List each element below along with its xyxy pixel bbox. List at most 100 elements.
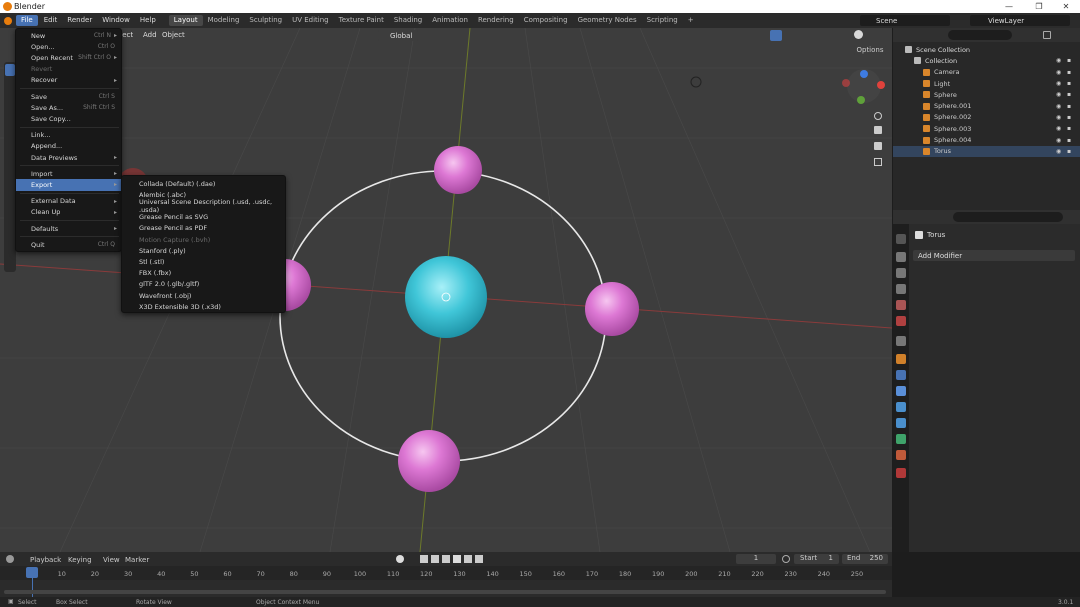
camera-view-icon[interactable] bbox=[874, 142, 882, 150]
visibility-eye-icon[interactable]: ◉ bbox=[1056, 148, 1061, 155]
jump-end-icon[interactable] bbox=[475, 555, 483, 563]
playhead[interactable] bbox=[26, 567, 38, 578]
tab-uv-editing[interactable]: UV Editing bbox=[287, 15, 334, 26]
outliner-row-sphere-001[interactable]: Sphere.001 ◉ ▪ bbox=[893, 101, 1080, 112]
end-frame-field[interactable]: End 250 bbox=[842, 554, 888, 564]
scene-selector[interactable]: Scene bbox=[860, 15, 950, 26]
tab-animation[interactable]: Animation bbox=[427, 15, 473, 26]
export-item-collada-default-dae[interactable]: Collada (Default) (.dae) bbox=[122, 178, 285, 189]
tab-geometry-nodes[interactable]: Geometry Nodes bbox=[573, 15, 642, 26]
file-menu-item-recover[interactable]: Recover ▸ bbox=[16, 75, 121, 86]
visibility-eye-icon[interactable]: ◉ bbox=[1056, 57, 1061, 64]
tab-physics[interactable] bbox=[896, 402, 906, 412]
add-menu[interactable]: Add bbox=[143, 31, 157, 39]
outliner-row-sphere-003[interactable]: Sphere.003 ◉ ▪ bbox=[893, 123, 1080, 134]
tab-rendering[interactable]: Rendering bbox=[473, 15, 519, 26]
tab-output[interactable] bbox=[896, 268, 906, 278]
tab-material[interactable] bbox=[896, 450, 906, 460]
marker-menu[interactable]: Marker bbox=[125, 556, 149, 564]
menu-render[interactable]: Render bbox=[62, 13, 97, 28]
gizmo-toggle-icon[interactable] bbox=[770, 30, 782, 41]
file-menu-item-quit[interactable]: Quit Ctrl Q bbox=[16, 239, 121, 250]
tab-world[interactable] bbox=[896, 316, 906, 326]
tab-shading[interactable]: Shading bbox=[389, 15, 427, 26]
options-button[interactable]: Options bbox=[854, 45, 886, 55]
filter-icon[interactable] bbox=[1043, 31, 1051, 39]
visibility-eye-icon[interactable]: ◉ bbox=[1056, 91, 1061, 98]
tab-modifiers[interactable] bbox=[896, 370, 906, 380]
file-menu-item-save-copy[interactable]: Save Copy... bbox=[16, 113, 121, 124]
render-camera-icon[interactable]: ▪ bbox=[1067, 148, 1071, 155]
playback-menu[interactable]: Playback bbox=[30, 556, 61, 564]
menu-file[interactable]: File bbox=[16, 15, 38, 26]
export-item-stanford-ply[interactable]: Stanford (.ply) bbox=[122, 245, 285, 256]
view-menu[interactable]: View bbox=[103, 556, 120, 564]
export-item-grease-pencil-as-svg[interactable]: Grease Pencil as SVG bbox=[122, 212, 285, 223]
record-button[interactable] bbox=[396, 555, 404, 563]
outliner-row-sphere-002[interactable]: Sphere.002 ◉ ▪ bbox=[893, 112, 1080, 123]
render-camera-icon[interactable]: ▪ bbox=[1067, 57, 1071, 64]
outliner-row-camera[interactable]: Camera ◉ ▪ bbox=[893, 67, 1080, 78]
start-frame-field[interactable]: Start 1 bbox=[794, 554, 839, 564]
view-layer-selector[interactable]: ViewLayer bbox=[970, 15, 1070, 26]
outliner-row-sphere[interactable]: Sphere ◉ ▪ bbox=[893, 89, 1080, 100]
close-button[interactable]: ✕ bbox=[1052, 0, 1080, 13]
timeline[interactable]: Playback Keying View Marker 1 Start 1 En… bbox=[0, 552, 892, 597]
visibility-eye-icon[interactable]: ◉ bbox=[1056, 114, 1061, 121]
keying-menu[interactable]: Keying bbox=[68, 556, 92, 564]
zoom-icon[interactable] bbox=[874, 112, 882, 120]
file-menu-item-open-recent[interactable]: Open Recent Shift Ctrl O ▸ bbox=[16, 52, 121, 63]
file-menu-item-new[interactable]: New Ctrl N ▸ bbox=[16, 30, 121, 41]
current-frame-field[interactable]: 1 bbox=[736, 554, 776, 564]
tab-scripting[interactable]: Scripting bbox=[642, 15, 683, 26]
menu-edit[interactable]: Edit bbox=[39, 13, 63, 28]
jump-start-icon[interactable] bbox=[420, 555, 428, 563]
outliner-row-light[interactable]: Light ◉ ▪ bbox=[893, 78, 1080, 89]
tab-render[interactable] bbox=[896, 252, 906, 262]
file-menu-item-defaults[interactable]: Defaults ▸ bbox=[16, 223, 121, 234]
solid-shading-icon[interactable] bbox=[854, 30, 863, 39]
tab-tool[interactable] bbox=[896, 234, 906, 244]
visibility-eye-icon[interactable]: ◉ bbox=[1056, 137, 1061, 144]
tab-object[interactable] bbox=[896, 354, 906, 364]
tab-view-layer[interactable] bbox=[896, 284, 906, 294]
tab-modeling[interactable]: Modeling bbox=[203, 15, 245, 26]
export-item-fbx-fbx[interactable]: FBX (.fbx) bbox=[122, 268, 285, 279]
visibility-eye-icon[interactable]: ◉ bbox=[1056, 125, 1061, 132]
tab-constraints[interactable] bbox=[896, 418, 906, 428]
render-camera-icon[interactable]: ▪ bbox=[1067, 125, 1071, 132]
play-reverse-icon[interactable] bbox=[442, 555, 450, 563]
add-workspace-button[interactable]: + bbox=[683, 15, 699, 26]
export-item-grease-pencil-as-pdf[interactable]: Grease Pencil as PDF bbox=[122, 223, 285, 234]
render-camera-icon[interactable]: ▪ bbox=[1067, 91, 1071, 98]
outliner-row-torus[interactable]: Torus ◉ ▪ bbox=[893, 145, 1080, 157]
perspective-grid-icon[interactable] bbox=[874, 158, 882, 166]
export-item-gltf-2-0-glb-gltf[interactable]: glTF 2.0 (.glb/.gltf) bbox=[122, 279, 285, 290]
prev-keyframe-icon[interactable] bbox=[431, 555, 439, 563]
maximize-button[interactable]: ❐ bbox=[1025, 0, 1053, 13]
pan-hand-icon[interactable] bbox=[874, 126, 882, 134]
file-menu-item-save-as[interactable]: Save As... Shift Ctrl S bbox=[16, 102, 121, 113]
next-keyframe-icon[interactable] bbox=[464, 555, 472, 563]
outliner-search-input[interactable] bbox=[948, 30, 1012, 40]
object-menu[interactable]: Object bbox=[162, 31, 185, 39]
visibility-eye-icon[interactable]: ◉ bbox=[1056, 80, 1061, 87]
tab-texture[interactable] bbox=[896, 468, 906, 478]
export-item-universal-scene-description-usd-usdc-usda[interactable]: Universal Scene Description (.usd, .usdc… bbox=[122, 198, 285, 214]
tab-collection[interactable] bbox=[896, 336, 906, 346]
blender-menu-icon[interactable] bbox=[4, 16, 12, 25]
play-icon[interactable] bbox=[453, 555, 461, 563]
minimize-button[interactable]: — bbox=[995, 0, 1023, 13]
file-menu-item-save[interactable]: Save Ctrl S bbox=[16, 91, 121, 102]
visibility-eye-icon[interactable]: ◉ bbox=[1056, 69, 1061, 76]
outliner-row-sphere-004[interactable]: Sphere.004 ◉ ▪ bbox=[893, 134, 1080, 145]
outliner-row-scene-collection[interactable]: Scene Collection bbox=[893, 44, 1080, 55]
transform-orientation[interactable]: Global bbox=[378, 30, 418, 41]
tab-texture-paint[interactable]: Texture Paint bbox=[334, 15, 389, 26]
file-menu-item-append[interactable]: Append... bbox=[16, 141, 121, 152]
file-menu-item-export[interactable]: Export ▸ bbox=[16, 179, 121, 191]
menu-help[interactable]: Help bbox=[135, 13, 161, 28]
export-item-x3d-extensible-3d-x3d[interactable]: X3D Extensible 3D (.x3d) bbox=[122, 301, 285, 312]
menu-window[interactable]: Window bbox=[97, 13, 135, 28]
properties-search-input[interactable] bbox=[953, 212, 1063, 222]
